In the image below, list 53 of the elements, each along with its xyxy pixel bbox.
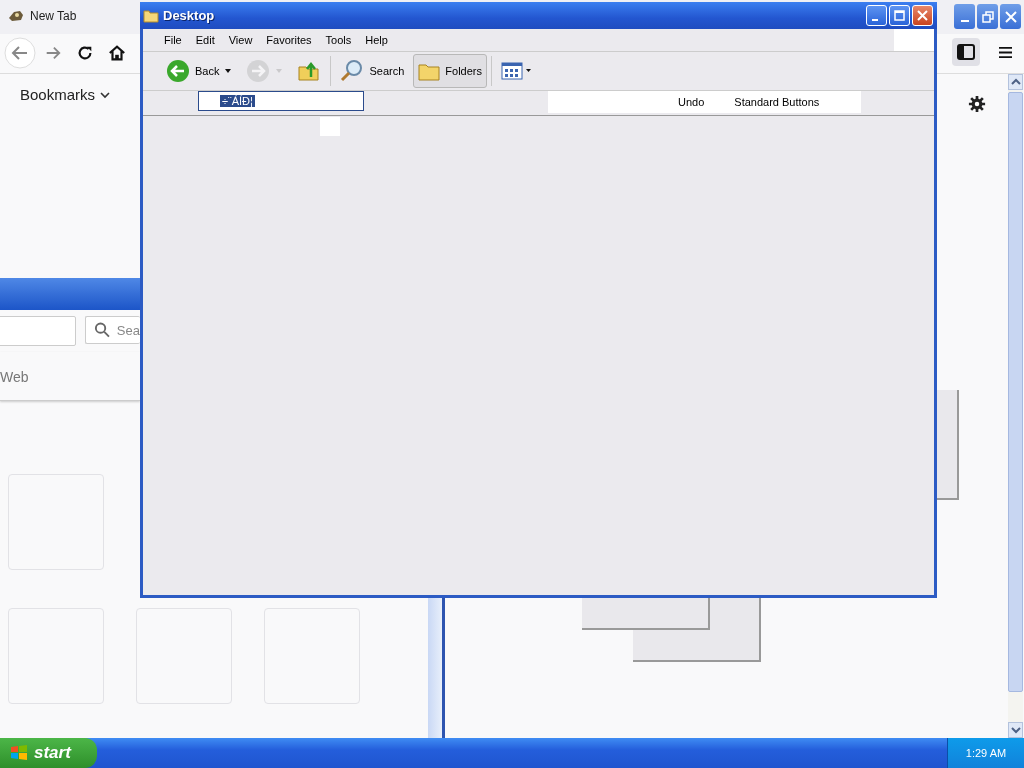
restore-icon [981,10,994,23]
caret-icon [224,68,233,74]
menu-icon[interactable] [998,46,1013,59]
forward-icon[interactable] [44,44,62,62]
menu-item[interactable]: Help [358,34,395,46]
tab-icon [8,8,24,24]
panel [320,117,340,136]
close-icon [917,10,928,21]
minimize-button[interactable] [866,5,887,26]
back-button[interactable]: Back [161,55,238,87]
search-button[interactable]: Search [335,55,410,87]
folder-icon [143,8,159,23]
sidebar-button[interactable] [952,38,980,66]
maximize-icon [894,10,905,21]
window-title: Desktop [163,8,215,23]
windows-logo-icon [10,744,28,762]
menu-item[interactable]: Favorites [259,34,319,46]
caret-icon [275,68,284,74]
maximize-button[interactable] [889,5,910,26]
close-button[interactable] [912,5,933,26]
restore-button[interactable] [977,4,998,29]
sidebar-icon [957,44,975,60]
menu-item[interactable]: Undo [678,96,705,108]
reload-icon[interactable] [76,44,94,62]
bookmarks-menu[interactable]: Bookmarks [20,86,111,103]
search-icon [340,59,365,83]
web-search-box[interactable]: Sea [85,316,140,344]
scrollbar[interactable] [428,598,445,738]
nav-label[interactable]: Web [0,369,29,385]
chevron-icon [100,90,111,99]
close-button[interactable] [1000,4,1021,29]
minimize-icon [960,19,969,22]
folders-button[interactable]: Folders [413,54,487,88]
folder-icon [418,61,441,81]
clock: 1:29 AM [965,747,1007,759]
minimize-icon [871,18,878,21]
views-icon [501,62,533,80]
browser-tab[interactable]: New Tab [8,8,77,24]
scroll-up-button[interactable] [1008,74,1023,90]
settings-icon[interactable] [968,95,986,113]
menu-item[interactable]: Tools [318,34,359,46]
back-icon[interactable] [4,37,36,69]
menu-item[interactable]: View [221,34,260,46]
minimize-button[interactable] [954,4,975,29]
address-field[interactable]: ÷¨ÁÍÐ¦ [198,91,364,111]
menu-item[interactable]: Edit [188,34,222,46]
menu-item[interactable]: File [157,34,189,46]
home-icon[interactable] [108,44,126,62]
search-icon [94,321,111,339]
menu-item[interactable]: Standard Buttons [734,96,820,108]
close-icon [1004,10,1017,23]
scroll-down-button[interactable] [1008,722,1023,738]
input-field[interactable] [0,316,76,346]
